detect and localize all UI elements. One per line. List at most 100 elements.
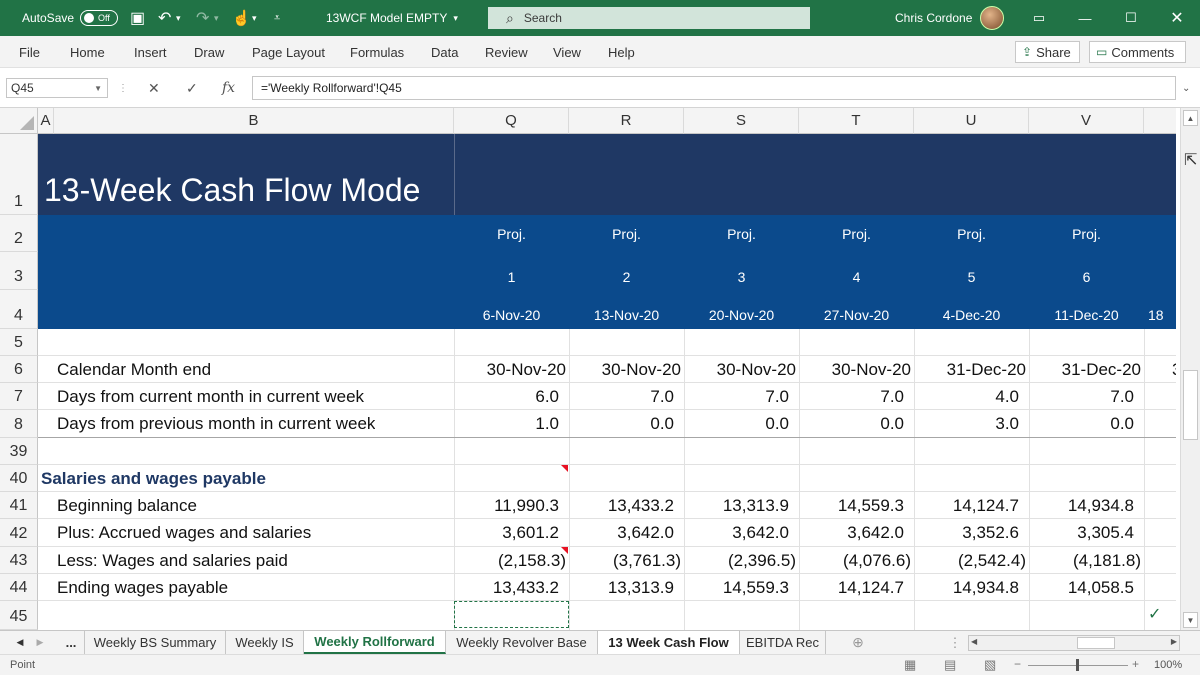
month-end-cell[interactable]: 30-Nov-20 [684,356,799,383]
tab-page-layout[interactable]: Page Layout [252,36,325,68]
row-header[interactable]: 45 [0,601,38,630]
undo-dropdown-icon[interactable]: ▾ [176,0,181,36]
column-header-r[interactable]: R [569,108,684,134]
search-box[interactable]: ⌕ Search [488,7,810,29]
week-date[interactable]: 11-Dec-20 [1029,296,1144,333]
sheet-title[interactable]: 13-Week Cash Flow Mode [44,168,420,212]
week-number[interactable]: 2 [569,258,684,295]
column-header-u[interactable]: U [914,108,1029,134]
days-current-cell[interactable]: 7.0 [799,383,914,410]
save-icon[interactable]: ▣ [130,0,145,36]
tab-home[interactable]: Home [70,36,105,68]
name-box[interactable]: Q45 ▼ [6,78,108,98]
row-header[interactable]: 5 [0,329,38,356]
week-date[interactable]: 13-Nov-20 [569,296,684,333]
file-name[interactable]: 13WCF Model EMPTY ▾ [326,0,458,36]
week-date[interactable]: 27-Nov-20 [799,296,914,333]
proj-label[interactable]: Proj. [1029,215,1144,252]
proj-label[interactable]: Proj. [569,215,684,252]
days-previous-cell[interactable]: 1.0 [454,410,569,438]
paid-cell[interactable]: (2,542.4) [914,547,1029,574]
tab-review[interactable]: Review [485,36,528,68]
row-header[interactable]: 42 [0,519,38,547]
beginning-cell[interactable]: 13,313.9 [684,492,799,519]
tab-data[interactable]: Data [431,36,458,68]
minimize-icon[interactable]: — [1062,0,1108,36]
days-current-cell[interactable]: 7.0 [1029,383,1144,410]
month-end-cell[interactable]: 30-Nov-20 [799,356,914,383]
zoom-slider-handle[interactable] [1076,659,1079,671]
user-name[interactable]: Chris Cordone [895,0,972,36]
accrued-cell[interactable]: 3,642.0 [799,519,914,547]
undo-icon[interactable]: ↶ [158,0,171,36]
autosave-toggle[interactable]: Off [80,10,118,26]
row-header[interactable]: 41 [0,492,38,519]
touch-mode-icon[interactable]: ☝ [232,0,251,36]
page-layout-view-icon[interactable]: ▤ [944,657,956,673]
tab-view[interactable]: View [553,36,581,68]
row-header[interactable]: 43 [0,547,38,574]
normal-view-icon[interactable]: ▦ [904,657,916,673]
sheet-tab-weekly-is[interactable]: Weekly IS [226,631,304,654]
selected-cell-q45[interactable] [454,601,569,628]
week-date[interactable]: 6-Nov-20 [454,296,569,333]
ending-cell[interactable]: 14,058.5 [1029,574,1144,601]
tab-formulas[interactable]: Formulas [350,36,404,68]
row-label[interactable]: Ending wages payable [57,574,228,601]
tab-insert[interactable]: Insert [134,36,167,68]
beginning-cell[interactable]: 11,990.3 [454,492,569,519]
column-header-w[interactable] [1144,108,1176,134]
paid-cell[interactable]: (2,396.5) [684,547,799,574]
month-end-cell[interactable]: 30-Nov-20 [454,356,569,383]
name-box-dropdown-icon[interactable]: ▼ [94,84,102,93]
insert-function-icon[interactable]: fx [222,78,235,98]
days-previous-cell[interactable]: 0.0 [684,410,799,438]
quick-analysis-check-icon[interactable]: ✓ [1148,603,1161,625]
ending-cell[interactable]: 14,124.7 [799,574,914,601]
days-previous-cell[interactable]: 3.0 [914,410,1029,438]
row-header[interactable]: 3 [0,252,38,290]
column-header-t[interactable]: T [799,108,914,134]
vertical-scrollbar[interactable]: ▲ ▼ [1180,108,1200,630]
customize-toolbar-icon[interactable]: ⩡ [274,0,280,36]
row-header[interactable]: 2 [0,215,38,252]
accrued-cell[interactable]: 3,305.4 [1029,519,1144,547]
row-header[interactable]: 7 [0,383,38,410]
column-header-q[interactable]: Q [454,108,569,134]
days-current-cell[interactable]: 6.0 [454,383,569,410]
paid-cell[interactable]: (3,761.3) [569,547,684,574]
days-previous-cell[interactable]: 0.0 [1029,410,1144,438]
accrued-cell[interactable]: 3,642.0 [684,519,799,547]
row-label[interactable]: Calendar Month end [57,356,211,383]
row-header[interactable]: 8 [0,410,38,438]
sheet-tab-weekly-bs-summary[interactable]: Weekly BS Summary [84,631,226,654]
scroll-up-icon[interactable]: ▲ [1183,110,1198,126]
beginning-cell[interactable]: 14,934.8 [1029,492,1144,519]
week-number[interactable]: 5 [914,258,1029,295]
scroll-left-icon[interactable]: ◀ [971,637,977,646]
row-label[interactable]: Plus: Accrued wages and salaries [57,519,311,547]
accrued-cell[interactable]: 3,642.0 [569,519,684,547]
sheet-tab-weekly-revolver-base[interactable]: Weekly Revolver Base [446,631,598,654]
beginning-cell[interactable]: 13,433.2 [569,492,684,519]
formula-input[interactable]: ='Weekly Rollforward'!Q45 [252,76,1176,100]
accrued-cell[interactable]: 3,352.6 [914,519,1029,547]
row-label[interactable]: Days from current month in current week [57,383,364,410]
ending-cell[interactable]: 13,313.9 [569,574,684,601]
week-number[interactable]: 3 [684,258,799,295]
column-header-v[interactable]: V [1029,108,1144,134]
week-number[interactable]: 4 [799,258,914,295]
month-end-partial[interactable]: 3 [1172,356,1176,383]
row-header[interactable]: 4 [0,290,38,329]
tab-draw[interactable]: Draw [194,36,224,68]
scroll-down-icon[interactable]: ▼ [1183,612,1198,628]
worksheet-grid[interactable]: A B Q R S T U V 1 2 3 4 5 6 7 8 39 40 41… [0,108,1176,630]
row-header[interactable]: 44 [0,574,38,601]
paid-cell[interactable]: (4,181.8) [1029,547,1144,574]
row-label[interactable]: Beginning balance [57,492,197,519]
row-header[interactable]: 1 [0,134,38,215]
comments-button[interactable]: ▭ Comments [1089,41,1186,63]
month-end-cell[interactable]: 31-Dec-20 [914,356,1029,383]
scroll-right-icon[interactable]: ▶ [1171,637,1177,646]
row-header[interactable]: 40 [0,465,38,492]
